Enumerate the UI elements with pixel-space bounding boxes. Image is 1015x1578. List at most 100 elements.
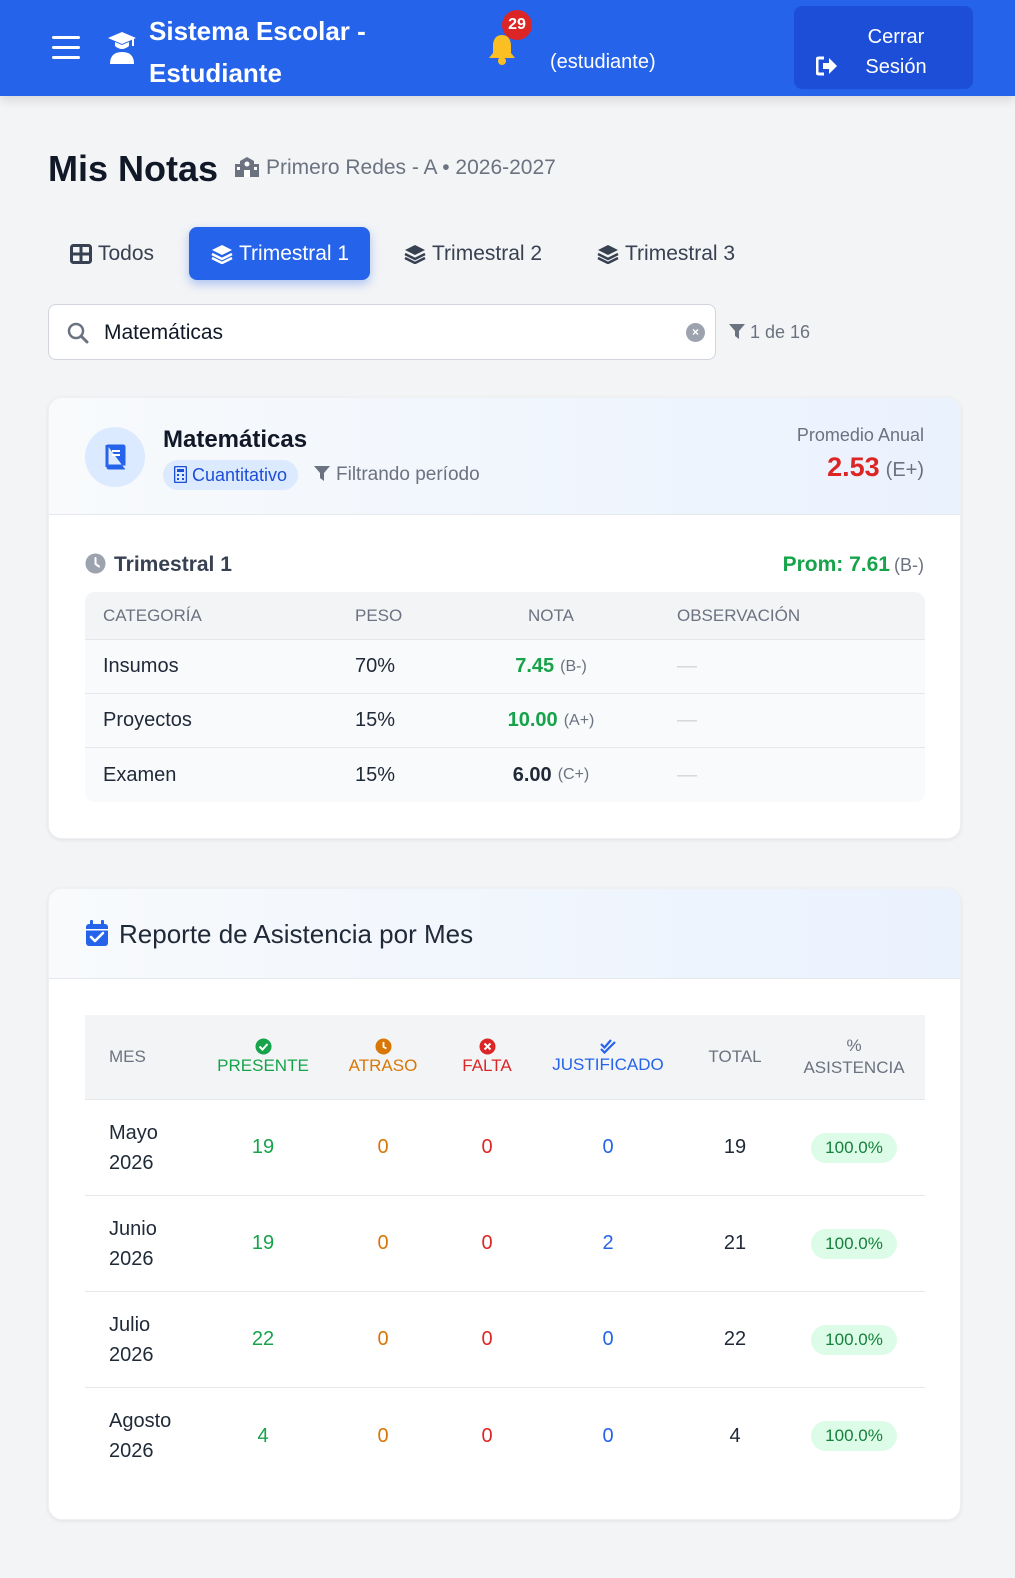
attendance-title: Reporte de Asistencia por Mes [85,919,473,950]
table-row: Examen 15% 6.00 (C+) — [85,748,925,802]
month-name: Agosto [109,1410,172,1432]
col-header-late-label: ATRASO [348,1055,418,1075]
filter-note: Filtrando período [313,464,480,486]
grid-icon [70,244,92,264]
grade-cell: 10.00 (A+) [465,694,637,747]
notification-count-badge: 29 [502,10,532,40]
clear-search-icon[interactable]: × [686,323,705,342]
search-input[interactable]: Matemáticas × [48,304,716,360]
present-cell: 22 [251,1328,275,1350]
annual-average-label: Promedio Anual [796,425,924,445]
period-title-text: Trimestral 1 [114,553,232,576]
total-cell: 19 [723,1136,747,1158]
menu-toggle-icon[interactable] [52,36,80,60]
filter-note-text: Filtrando período [336,464,480,485]
percentage-cell: 100.0% [797,1196,911,1291]
observation-cell: — [677,709,697,731]
col-header-pct-label: ASISTENCIA [803,1058,905,1077]
sign-out-icon [815,56,837,76]
tab-trimestral-2[interactable]: Trimestral 2 [393,227,553,280]
page-title: Mis Notas [48,148,219,189]
month-cell: Junio 2026 [109,1196,189,1291]
attendance-title-text: Reporte de Asistencia por Mes [119,919,474,949]
absent-cell: 0 [481,1328,493,1350]
calendar-check-icon [86,920,108,946]
subject-type-badge: Cuantitativo [163,460,299,490]
grades-table-header: CATEGORÍA PESO NOTA OBSERVACIÓN [85,592,925,640]
total-cell: 4 [729,1424,741,1447]
absent-cell: 0 [481,1424,493,1447]
col-header-month: MES [109,1047,146,1066]
col-header-present-label: PRESENTE [217,1055,309,1075]
col-header-percentage: % ASISTENCIA [797,1015,911,1099]
present-cell: 19 [251,1136,275,1158]
observation-cell: — [677,763,697,786]
category-cell: Proyectos [103,709,192,731]
attendance-card-header: Reporte de Asistencia por Mes [49,889,960,979]
grade-cell: 7.45 (B-) [465,640,637,693]
attendance-table-header: MES PRESENTE ATRASO FALTA JUSTIFICADO TO… [85,1015,925,1100]
percentage-badge: 100.0% [811,1421,897,1451]
table-row: Proyectos 15% 10.00 (A+) — [85,694,925,748]
school-icon [235,157,259,177]
attendance-row: Junio 2026 19 0 0 2 21 100.0% [85,1196,925,1292]
grades-table: CATEGORÍA PESO NOTA OBSERVACIÓN Insumos … [85,592,925,802]
double-check-icon [600,1039,616,1054]
justified-cell: 0 [602,1424,614,1447]
class-subtitle-text: Primero Redes - A • 2026-2027 [266,156,556,179]
top-navbar: Sistema Escolar - Estudiante 29 (estudia… [0,0,1015,96]
col-header: CATEGORÍA [103,605,202,625]
x-circle-icon [479,1038,495,1054]
tab-trimestral-3[interactable]: Trimestral 3 [586,227,746,280]
graduate-icon [108,32,136,64]
tab-trimestral-3-label: Trimestral 3 [625,242,736,265]
col-header-total: TOTAL [708,1047,762,1066]
period-title: Trimestral 1 [85,553,232,577]
grade-value: 7.45 [515,655,555,677]
period-average: Prom: 7.61 (B-) [783,553,924,577]
app-title: Sistema Escolar - Estudiante [149,16,366,88]
col-header: PESO [355,605,403,625]
month-cell: Agosto 2026 [109,1388,189,1484]
col-header-justified-label: JUSTIFICADO [552,1055,664,1074]
justified-cell: 0 [602,1136,614,1158]
observation-cell: — [677,655,697,677]
grade-letter: (C+) [557,766,590,783]
subject-name: Matemáticas [163,426,308,453]
check-circle-icon [255,1038,271,1054]
calculator-icon [173,465,188,484]
percentage-badge: 100.0% [811,1324,897,1355]
late-cell: 0 [377,1424,389,1447]
category-cell: Insumos [103,655,179,677]
subject-card-header: Matemáticas Cuantitativo Filtrando perío… [49,398,960,515]
col-header-present: PRESENTE [203,1015,323,1099]
tab-trimestral-2-label: Trimestral 2 [432,242,543,265]
percentage-cell: 100.0% [797,1292,911,1387]
tab-trimestral-1-label: Trimestral 1 [239,242,350,265]
period-average-grade: (B-) [894,555,924,575]
clock-icon [375,1038,391,1054]
grade-value: 6.00 [512,763,552,786]
attendance-row: Agosto 2026 4 0 0 0 4 100.0% [85,1388,925,1484]
class-subtitle: Primero Redes - A • 2026-2027 [234,156,556,180]
col-header-justified: JUSTIFICADO [543,1015,673,1099]
col-header-absent-label: FALTA [462,1055,512,1075]
search-icon [67,322,89,344]
tab-todos[interactable]: Todos [58,227,168,280]
justified-cell: 2 [602,1232,614,1254]
total-cell: 21 [723,1232,747,1254]
month-year: 2026 [109,1151,154,1174]
attendance-card: Reporte de Asistencia por Mes MES PRESEN… [48,888,961,1520]
tab-trimestral-1[interactable]: Trimestral 1 [189,227,370,280]
late-cell: 0 [377,1232,389,1254]
book-icon [105,444,126,470]
col-header: NOTA [528,605,574,625]
total-cell: 22 [723,1328,747,1350]
filter-icon [314,466,330,481]
logout-button[interactable]: Cerrar Sesión [794,6,973,89]
grade-letter: (B-) [560,657,587,675]
col-header-pct-symbol: % [846,1036,862,1055]
filter-icon [729,324,745,339]
month-cell: Julio 2026 [109,1292,189,1387]
grade-value: 10.00 [507,709,558,731]
